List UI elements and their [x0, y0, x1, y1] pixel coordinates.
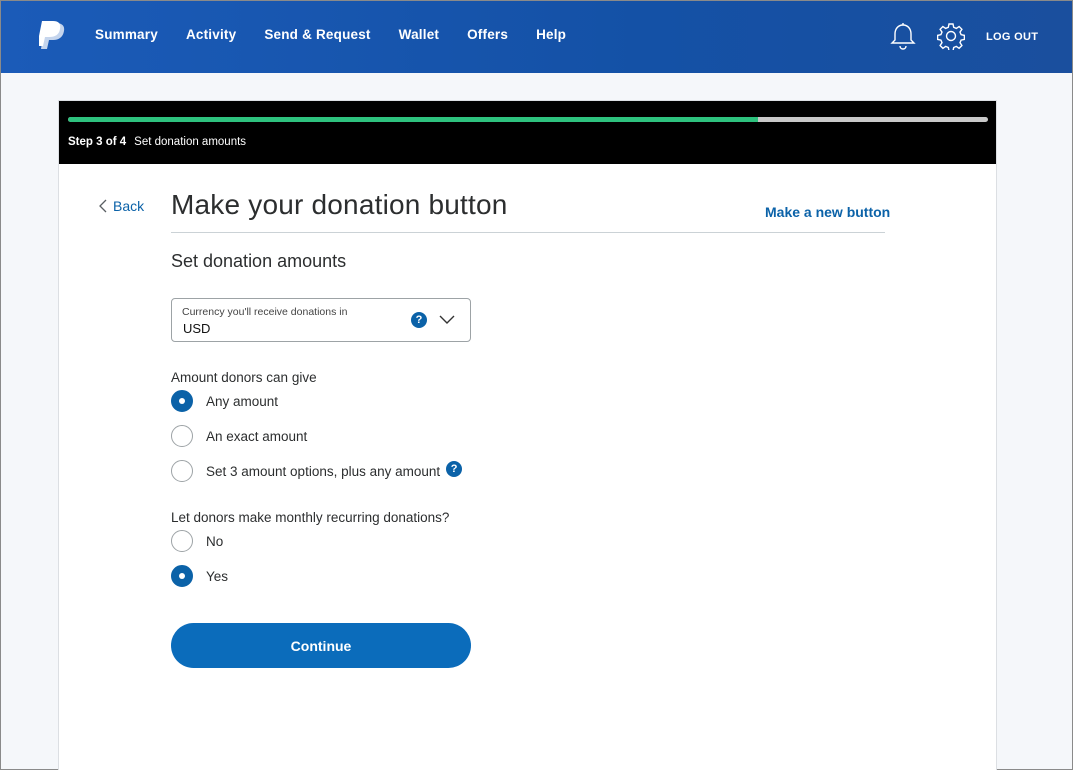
- section-subtitle: Set donation amounts: [171, 251, 347, 271]
- radio-any-amount[interactable]: Any amount: [171, 390, 278, 412]
- currency-select[interactable]: Currency you'll receive donations in USD…: [171, 298, 471, 342]
- title-divider: [171, 232, 885, 233]
- logout-link[interactable]: LOG OUT: [986, 31, 1038, 43]
- radio-button[interactable]: [171, 565, 193, 587]
- radio-button[interactable]: [171, 460, 193, 482]
- nav-send-request[interactable]: Send & Request: [264, 27, 370, 42]
- page-title: Make your donation button: [171, 189, 508, 220]
- radio-recurring-yes[interactable]: Yes: [171, 565, 228, 587]
- main-nav: Summary Activity Send & Request Wallet O…: [95, 27, 594, 42]
- paypal-logo[interactable]: [39, 21, 67, 51]
- radio-label: Yes: [206, 568, 229, 584]
- step-label: Step 3 of 4 Set donation amounts: [68, 136, 246, 148]
- recurring-group-label: Let donors make monthly recurring donati…: [171, 510, 450, 525]
- progress-header: Step 3 of 4 Set donation amounts: [59, 101, 996, 164]
- donation-card: Step 3 of 4 Set donation amounts Back Mak…: [58, 100, 997, 770]
- chevron-left-icon: [99, 199, 107, 213]
- radio-label: An exact amount: [206, 428, 308, 444]
- radio-three-options[interactable]: Set 3 amount options, plus any amount ?: [171, 460, 463, 482]
- radio-button[interactable]: [171, 530, 193, 552]
- progress-track: [68, 117, 988, 122]
- step-count: Step 3 of 4: [68, 136, 127, 148]
- top-header: Summary Activity Send & Request Wallet O…: [1, 1, 1072, 73]
- step-name: Set donation amounts: [134, 136, 247, 148]
- nav-summary[interactable]: Summary: [95, 27, 158, 42]
- nav-wallet[interactable]: Wallet: [399, 27, 439, 42]
- radio-label: No: [206, 533, 224, 549]
- continue-button[interactable]: Continue: [171, 623, 471, 668]
- radio-button[interactable]: [171, 390, 193, 412]
- radio-recurring-no[interactable]: No: [171, 530, 223, 552]
- make-new-button-link[interactable]: Make a new button: [765, 204, 890, 220]
- amount-options-help-icon[interactable]: ?: [446, 461, 463, 477]
- currency-help-icon[interactable]: ?: [411, 312, 427, 328]
- bell-icon[interactable]: [890, 22, 916, 50]
- radio-label: Any amount: [206, 393, 279, 409]
- chevron-down-icon: [439, 315, 455, 324]
- nav-activity[interactable]: Activity: [186, 27, 236, 42]
- radio-exact-amount[interactable]: An exact amount: [171, 425, 307, 447]
- nav-help[interactable]: Help: [536, 27, 566, 42]
- currency-select-label: Currency you'll receive donations in: [182, 306, 348, 318]
- amount-group-label: Amount donors can give: [171, 370, 317, 385]
- gear-icon[interactable]: [937, 22, 965, 50]
- progress-fill: [68, 117, 758, 122]
- back-link[interactable]: Back: [99, 198, 144, 214]
- nav-offers[interactable]: Offers: [467, 27, 508, 42]
- back-label: Back: [113, 198, 145, 214]
- currency-select-value: USD: [183, 321, 211, 336]
- radio-button[interactable]: [171, 425, 193, 447]
- radio-label: Set 3 amount options, plus any amount: [206, 463, 441, 479]
